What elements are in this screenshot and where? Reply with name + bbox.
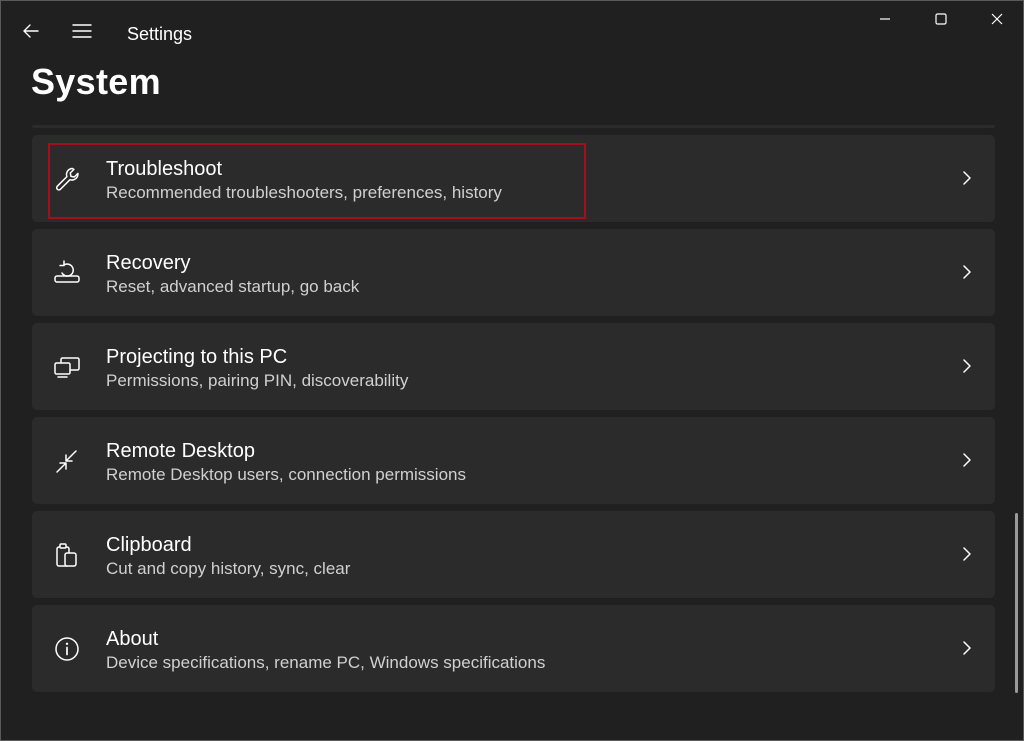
maximize-button[interactable] <box>918 1 964 37</box>
settings-item-about[interactable]: About Device specifications, rename PC, … <box>32 605 995 692</box>
settings-item-remote-desktop[interactable]: Remote Desktop Remote Desktop users, con… <box>32 417 995 504</box>
item-subtitle: Cut and copy history, sync, clear <box>106 559 351 578</box>
item-title: Troubleshoot <box>106 158 222 180</box>
projecting-icon <box>52 352 82 382</box>
item-title: Projecting to this PC <box>106 346 288 368</box>
item-title: About <box>106 628 159 650</box>
page-title: System <box>31 61 161 102</box>
settings-window: Settings System Troubleshoot Recommended… <box>0 0 1024 741</box>
settings-item-troubleshoot[interactable]: Troubleshoot Recommended troubleshooters… <box>32 135 995 222</box>
chevron-right-icon <box>957 262 977 282</box>
hamburger-menu-icon <box>72 24 92 38</box>
settings-item-recovery[interactable]: Recovery Reset, advanced startup, go bac… <box>32 229 995 316</box>
back-arrow-icon <box>23 24 39 38</box>
item-subtitle: Permissions, pairing PIN, discoverabilit… <box>106 371 409 390</box>
title-bar: Settings <box>1 1 1023 65</box>
chevron-right-icon <box>957 450 977 470</box>
chevron-right-icon <box>957 544 977 564</box>
item-title: Recovery <box>106 252 191 274</box>
settings-item-clipboard[interactable]: Clipboard Cut and copy history, sync, cl… <box>32 511 995 598</box>
item-subtitle: Reset, advanced startup, go back <box>106 277 360 296</box>
vertical-scrollbar[interactable] <box>1015 513 1018 693</box>
item-subtitle: Device specifications, rename PC, Window… <box>106 653 546 672</box>
clipboard-icon <box>52 540 82 570</box>
chevron-right-icon <box>957 356 977 376</box>
close-icon <box>991 13 1003 25</box>
item-subtitle: Recommended troubleshooters, preferences… <box>106 183 502 202</box>
chevron-right-icon <box>957 168 977 188</box>
app-title: Settings <box>127 24 193 44</box>
item-subtitle: Remote Desktop users, connection permiss… <box>106 465 466 484</box>
info-icon <box>52 634 82 664</box>
chevron-right-icon <box>957 638 977 658</box>
item-title: Clipboard <box>106 534 192 556</box>
back-button[interactable] <box>13 13 49 49</box>
minimize-button[interactable] <box>862 1 908 37</box>
close-button[interactable] <box>974 1 1020 37</box>
item-title: Remote Desktop <box>106 440 255 462</box>
settings-list: Troubleshoot Recommended troubleshooters… <box>32 135 995 699</box>
highlight-box <box>48 143 586 219</box>
minimize-icon <box>880 18 890 20</box>
recovery-icon <box>52 258 82 288</box>
remote-desktop-icon <box>52 446 82 476</box>
navigation-menu-button[interactable] <box>64 13 100 49</box>
maximize-icon <box>935 13 947 25</box>
previous-card-edge <box>32 125 995 128</box>
wrench-icon <box>52 164 82 194</box>
settings-item-projecting[interactable]: Projecting to this PC Permissions, pairi… <box>32 323 995 410</box>
